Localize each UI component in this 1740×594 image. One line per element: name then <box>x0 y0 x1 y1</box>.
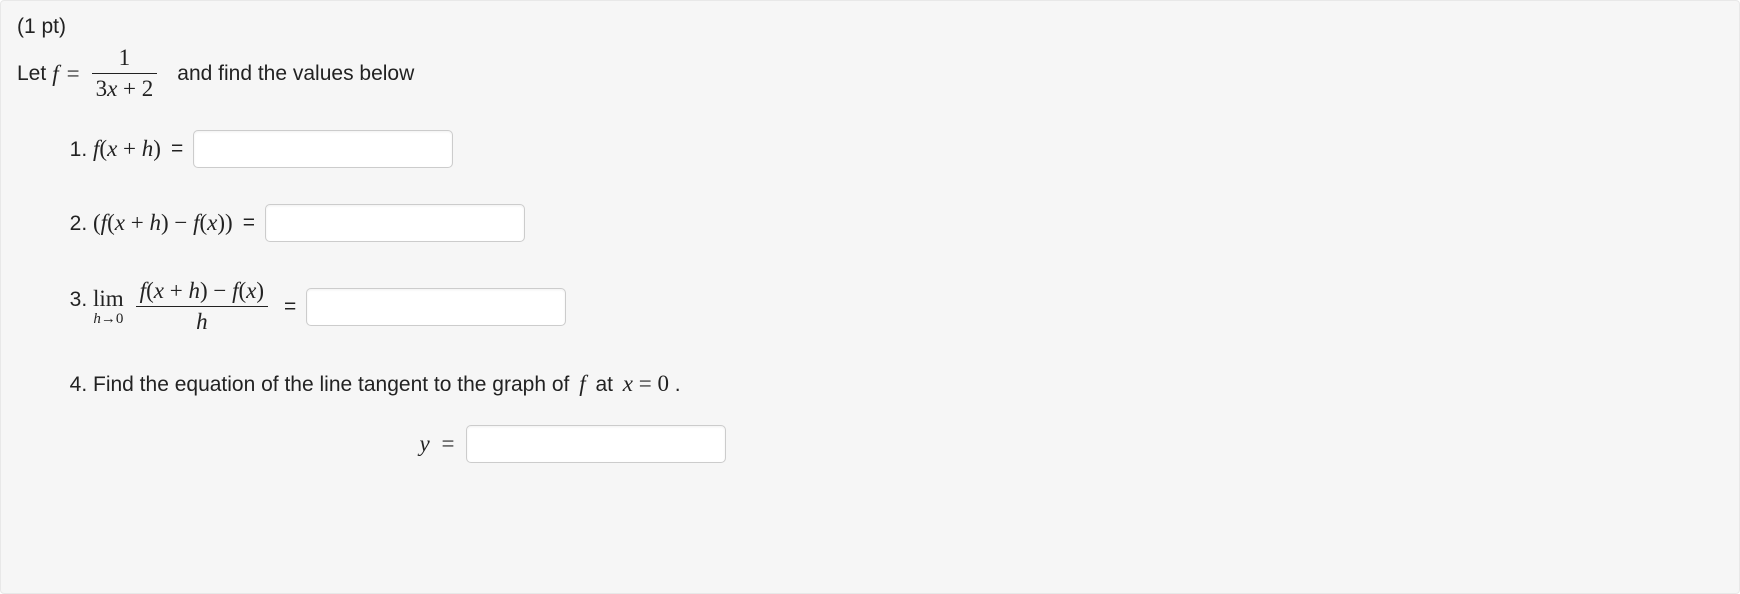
q3-equals: = <box>284 295 296 319</box>
question-list: f(x + h) = (f(x + h) − f(x)) = lim <box>59 130 1723 463</box>
q2-equals: = <box>243 211 255 235</box>
question-3: lim h→0 f(x + h) − f(x) h = <box>93 278 1723 335</box>
intro-line: Let f = 1 3x + 2 and find the values bel… <box>17 45 1723 102</box>
question-4: Find the equation of the line tangent to… <box>93 371 1723 463</box>
intro-tail: and find the values below <box>177 62 414 86</box>
q1-expression: f(x + h) <box>93 136 161 162</box>
question-1: f(x + h) = <box>93 130 1723 168</box>
frac-num: 1 <box>92 45 158 73</box>
q2-input[interactable] <box>265 204 525 242</box>
q3-input[interactable] <box>306 288 566 326</box>
q1-input[interactable] <box>193 130 453 168</box>
question-2: (f(x + h) − f(x)) = <box>93 204 1723 242</box>
q2-expression: (f(x + h) − f(x)) <box>93 210 233 236</box>
intro-fraction: 1 3x + 2 <box>86 45 164 102</box>
q3-expression: lim h→0 f(x + h) − f(x) h <box>93 278 274 335</box>
lim-operator: lim h→0 <box>93 287 124 327</box>
intro-let: Let <box>17 62 46 86</box>
intro-func-letter: f <box>52 61 58 87</box>
frac-den: 3x + 2 <box>92 73 158 102</box>
points-label: (1 pt) <box>17 15 1723 39</box>
q4-input[interactable] <box>466 425 726 463</box>
q1-equals: = <box>171 137 183 161</box>
q3-fraction: f(x + h) − f(x) h <box>130 278 274 335</box>
q4-y-label: y = <box>420 431 455 457</box>
q4-answer-row: y = <box>93 425 1053 463</box>
intro-equals: = <box>67 61 80 87</box>
problem-container: (1 pt) Let f = 1 3x + 2 and find the val… <box>0 0 1740 594</box>
q4-prompt: Find the equation of the line tangent to… <box>93 371 1723 397</box>
